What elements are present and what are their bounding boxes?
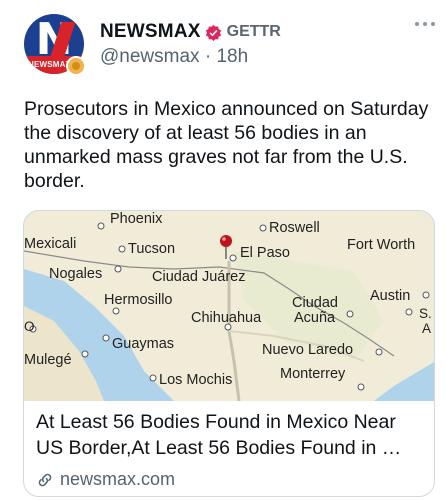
map-label-fort-worth: Fort Worth [347, 237, 416, 253]
map-label-roswell: Roswell [269, 220, 320, 236]
link-card[interactable]: Phoenix Roswell Mexicali Tucson El Paso … [23, 210, 435, 497]
coin-badge-icon [66, 56, 86, 76]
map-label-mulege: Mulegé [24, 352, 72, 368]
link-card-domain: newsmax.com [60, 469, 176, 489]
map-label-chihuahua: Chihuahua [191, 310, 262, 326]
map-label-monterrey: Monterrey [280, 366, 346, 382]
map-label-phoenix: Phoenix [110, 211, 163, 227]
more-options-icon[interactable] [414, 20, 436, 28]
map-label-acuna: Acuña [294, 310, 336, 326]
avatar-wordmark: NEWSMAX [28, 60, 72, 69]
separator-dot: · [204, 46, 217, 67]
platform-label: GETTR [226, 23, 281, 40]
map-label-s: S. [419, 306, 432, 321]
map-label-austin: Austin [370, 288, 411, 304]
map-label-mexicali: Mexicali [24, 236, 77, 252]
post-text: Prosecutors in Mexico announced on Satur… [24, 98, 429, 192]
map-label-el-paso: El Paso [240, 245, 290, 261]
link-card-map-image: Phoenix Roswell Mexicali Tucson El Paso … [24, 211, 434, 401]
link-icon [38, 473, 52, 486]
post-header: N NEWSMAX NEWSMAX GETTR @newsmax · 18h [0, 0, 446, 90]
map-label-ciudad: Ciudad [292, 295, 338, 311]
map-label-guaymas: Guaymas [112, 336, 175, 352]
author-name-row: NEWSMAX GETTR [100, 20, 281, 44]
map-label-o: O [24, 319, 35, 334]
timestamp[interactable]: 18h [216, 46, 248, 67]
handle-row: @newsmax · 18h [100, 46, 248, 68]
display-name[interactable]: NEWSMAX [100, 21, 201, 43]
map-label-tucson: Tucson [128, 241, 176, 257]
map-label-nogales: Nogales [49, 266, 103, 282]
handle[interactable]: @newsmax [100, 46, 200, 67]
map-label-hermosillo: Hermosillo [104, 292, 173, 308]
map-label-a: A [422, 321, 432, 336]
verified-badge-icon [205, 24, 221, 41]
link-card-domain-row[interactable]: newsmax.com [36, 469, 175, 490]
map-label-ciudad-juarez: Ciudad Juárez [152, 269, 246, 285]
link-card-title[interactable]: At Least 56 Bodies Found in Mexico Near … [36, 409, 426, 461]
map-label-nuevo-laredo: Nuevo Laredo [262, 342, 354, 358]
map-label-los-mochis: Los Mochis [159, 372, 233, 388]
